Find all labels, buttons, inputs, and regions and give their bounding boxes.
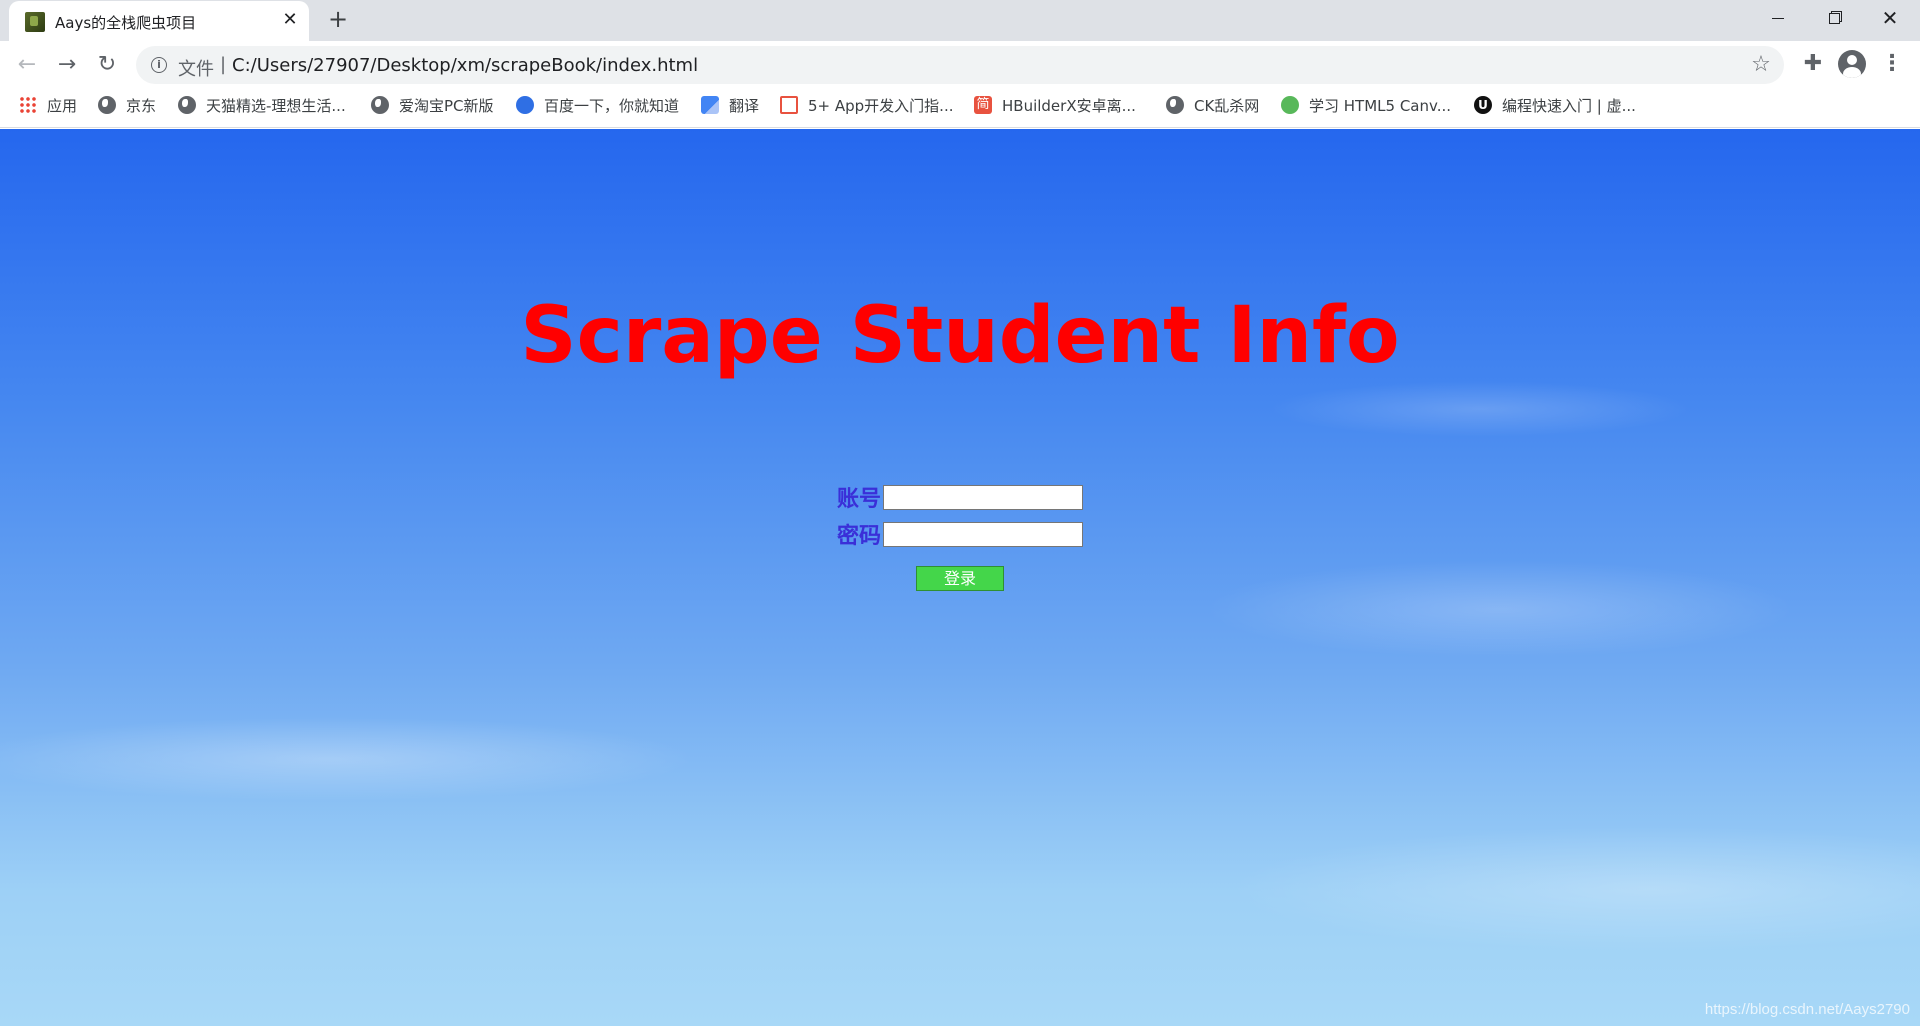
green-circle-icon [1281,96,1299,114]
site-info-icon[interactable]: i [151,57,167,73]
kebab-menu-icon[interactable]: ⋮ [1880,49,1904,79]
account-input[interactable] [883,484,1084,510]
bookmark-apps[interactable]: 应用 [19,88,77,122]
dcloud-icon [780,96,798,114]
bookmark-star-icon[interactable]: ☆ [1748,52,1774,78]
unreal-icon: U [1474,96,1492,114]
bookmark-label: 百度一下，你就知道 [544,96,680,115]
watermark-text: https://blog.csdn.net/Aays2790 [1704,1001,1910,1018]
window-minimize-button[interactable] [1750,0,1806,36]
extensions-puzzle-icon[interactable]: ✚ [1798,49,1828,79]
url-separator: | [220,54,227,75]
profile-avatar-icon[interactable] [1838,50,1866,78]
bookmark-hbuilderx[interactable]: 简 HBuilderX安卓离... [974,88,1136,122]
window-close-button[interactable]: ✕ [1862,0,1918,36]
bookmark-dcloud-app[interactable]: 5+ App开发入门指... [780,88,954,122]
globe-icon [371,96,389,114]
bookmark-ck[interactable]: CK乱杀网 [1166,88,1259,122]
bookmark-unreal[interactable]: U 编程快速入门 | 虚... [1474,88,1636,122]
bookmark-label: HBuilderX安卓离... [1002,96,1136,115]
tab-title: Aays的全栈爬虫项目 [55,14,197,32]
address-bar[interactable]: i 文件 | C:/Users/27907/Desktop/xm/scrapeB… [136,46,1784,84]
password-row: 密码 [837,520,1084,549]
account-label: 账号 [837,487,882,512]
tab-strip: Aays的全栈爬虫项目 ✕ + ✕ [0,0,1920,41]
back-arrow-icon[interactable]: ← [11,49,43,81]
page-title: Scrape Student Info [520,291,1400,381]
new-tab-icon[interactable]: + [326,7,350,32]
bookmark-label: 翻译 [729,96,760,115]
account-row: 账号 [837,483,1084,512]
bookmark-html5-canvas[interactable]: 学习 HTML5 Canv... [1281,88,1451,122]
bookmark-aitaobao[interactable]: 爱淘宝PC新版 [371,88,494,122]
bookmark-label: 京东 [126,96,157,115]
bookmark-label: 5+ App开发入门指... [808,96,954,115]
bookmark-translate[interactable]: 翻译 [701,88,759,122]
globe-icon [1166,96,1184,114]
globe-icon [178,96,196,114]
bookmark-baidu[interactable]: 百度一下，你就知道 [516,88,679,122]
bookmarks-bar: 应用 京东 天猫精选-理想生活... 爱淘宝PC新版 百度一下，你就知道 翻译 … [0,88,1920,128]
password-label: 密码 [837,524,882,549]
bookmark-label: 应用 [47,96,78,115]
page-viewport: Scrape Student Info 账号 密码 登录 https://blo… [0,129,1920,1026]
tab-close-icon[interactable]: ✕ [280,10,300,30]
url-text[interactable]: C:/Users/27907/Desktop/xm/scrapeBook/ind… [232,55,698,76]
bookmark-jd[interactable]: 京东 [98,88,156,122]
bookmark-label: 编程快速入门 | 虚... [1502,96,1636,115]
bookmark-tmall[interactable]: 天猫精选-理想生活... [178,88,346,122]
jian-icon: 简 [974,96,992,114]
browser-tab[interactable]: Aays的全栈爬虫项目 ✕ [9,1,309,41]
translate-icon [701,96,719,114]
password-input[interactable] [883,521,1084,547]
apps-grid-icon [19,96,37,114]
baidu-paw-icon [516,96,534,114]
site-favicon-icon [25,12,45,32]
bookmark-label: 天猫精选-理想生活... [206,96,346,115]
globe-icon [98,96,116,114]
browser-toolbar: ← → ↻ i 文件 | C:/Users/27907/Desktop/xm/s… [0,41,1920,88]
login-button[interactable]: 登录 [916,566,1004,591]
window-restore-button[interactable] [1806,0,1862,36]
bookmark-label: 学习 HTML5 Canv... [1309,96,1452,115]
forward-arrow-icon[interactable]: → [51,49,83,81]
reload-icon[interactable]: ↻ [91,49,123,81]
bookmark-label: 爱淘宝PC新版 [399,96,494,115]
scheme-label: 文件 [178,59,214,80]
bookmark-label: CK乱杀网 [1194,96,1260,115]
